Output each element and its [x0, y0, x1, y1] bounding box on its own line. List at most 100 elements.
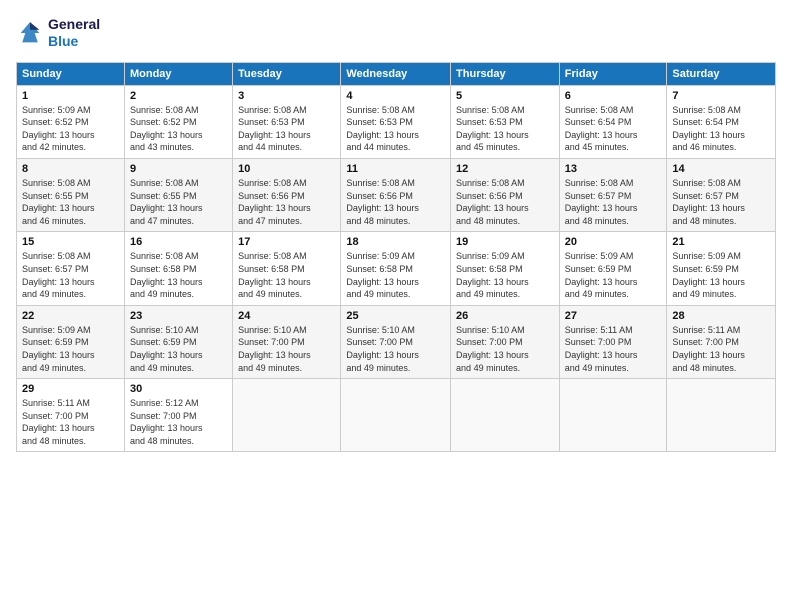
- sunrise-label: Sunrise: 5:08 AM: [22, 178, 91, 188]
- daylight-label: Daylight: 13 hours: [565, 277, 638, 287]
- week-row-5: 29 Sunrise: 5:11 AM Sunset: 7:00 PM Dayl…: [17, 379, 776, 452]
- daylight-value: and 45 minutes.: [456, 142, 520, 152]
- daylight-value: and 49 minutes.: [565, 363, 629, 373]
- day-cell-6: 6 Sunrise: 5:08 AM Sunset: 6:54 PM Dayli…: [559, 85, 667, 158]
- sunset-label: Sunset: 6:52 PM: [22, 117, 89, 127]
- daylight-label: Daylight: 13 hours: [672, 350, 745, 360]
- day-number: 6: [565, 90, 662, 102]
- day-info: Sunrise: 5:08 AM Sunset: 6:54 PM Dayligh…: [565, 104, 662, 154]
- daylight-value: and 49 minutes.: [130, 289, 194, 299]
- col-header-tuesday: Tuesday: [233, 62, 341, 85]
- header: General Blue: [16, 16, 776, 50]
- sunset-label: Sunset: 6:57 PM: [22, 264, 89, 274]
- daylight-value: and 42 minutes.: [22, 142, 86, 152]
- day-cell-29: 29 Sunrise: 5:11 AM Sunset: 7:00 PM Dayl…: [17, 379, 125, 452]
- sunrise-label: Sunrise: 5:08 AM: [238, 251, 307, 261]
- day-cell-8: 8 Sunrise: 5:08 AM Sunset: 6:55 PM Dayli…: [17, 158, 125, 231]
- daylight-value: and 49 minutes.: [22, 363, 86, 373]
- daylight-label: Daylight: 13 hours: [130, 130, 203, 140]
- sunrise-label: Sunrise: 5:08 AM: [565, 178, 634, 188]
- empty-cell: [233, 379, 341, 452]
- daylight-value: and 48 minutes.: [672, 216, 736, 226]
- daylight-value: and 46 minutes.: [22, 216, 86, 226]
- day-info: Sunrise: 5:11 AM Sunset: 7:00 PM Dayligh…: [565, 324, 662, 374]
- sunrise-label: Sunrise: 5:08 AM: [565, 105, 634, 115]
- daylight-label: Daylight: 13 hours: [565, 350, 638, 360]
- daylight-value: and 46 minutes.: [672, 142, 736, 152]
- day-number: 29: [22, 383, 119, 395]
- day-cell-12: 12 Sunrise: 5:08 AM Sunset: 6:56 PM Dayl…: [451, 158, 560, 231]
- day-number: 18: [346, 236, 445, 248]
- day-cell-20: 20 Sunrise: 5:09 AM Sunset: 6:59 PM Dayl…: [559, 232, 667, 305]
- sunrise-label: Sunrise: 5:08 AM: [22, 251, 91, 261]
- day-number: 28: [672, 310, 770, 322]
- daylight-value: and 45 minutes.: [565, 142, 629, 152]
- sunset-label: Sunset: 6:56 PM: [346, 191, 413, 201]
- sunrise-label: Sunrise: 5:08 AM: [238, 105, 307, 115]
- daylight-value: and 48 minutes.: [346, 216, 410, 226]
- empty-cell: [341, 379, 451, 452]
- daylight-label: Daylight: 13 hours: [456, 130, 529, 140]
- logo-icon: [16, 19, 44, 47]
- day-number: 1: [22, 90, 119, 102]
- daylight-value: and 44 minutes.: [238, 142, 302, 152]
- day-cell-9: 9 Sunrise: 5:08 AM Sunset: 6:55 PM Dayli…: [124, 158, 232, 231]
- daylight-label: Daylight: 13 hours: [456, 277, 529, 287]
- day-info: Sunrise: 5:08 AM Sunset: 6:53 PM Dayligh…: [456, 104, 554, 154]
- sunrise-label: Sunrise: 5:08 AM: [672, 105, 741, 115]
- day-cell-3: 3 Sunrise: 5:08 AM Sunset: 6:53 PM Dayli…: [233, 85, 341, 158]
- week-row-1: 1 Sunrise: 5:09 AM Sunset: 6:52 PM Dayli…: [17, 85, 776, 158]
- daylight-label: Daylight: 13 hours: [22, 350, 95, 360]
- daylight-label: Daylight: 13 hours: [346, 203, 419, 213]
- day-info: Sunrise: 5:08 AM Sunset: 6:53 PM Dayligh…: [346, 104, 445, 154]
- day-number: 22: [22, 310, 119, 322]
- sunrise-label: Sunrise: 5:11 AM: [565, 325, 633, 335]
- sunset-label: Sunset: 6:54 PM: [565, 117, 632, 127]
- day-info: Sunrise: 5:09 AM Sunset: 6:59 PM Dayligh…: [672, 250, 770, 300]
- sunrise-label: Sunrise: 5:08 AM: [130, 178, 199, 188]
- sunrise-label: Sunrise: 5:08 AM: [346, 178, 415, 188]
- day-info: Sunrise: 5:11 AM Sunset: 7:00 PM Dayligh…: [22, 397, 119, 447]
- sunset-label: Sunset: 6:59 PM: [672, 264, 739, 274]
- day-info: Sunrise: 5:10 AM Sunset: 7:00 PM Dayligh…: [346, 324, 445, 374]
- daylight-value: and 49 minutes.: [565, 289, 629, 299]
- day-number: 19: [456, 236, 554, 248]
- sunset-label: Sunset: 6:56 PM: [238, 191, 305, 201]
- sunrise-label: Sunrise: 5:08 AM: [456, 178, 525, 188]
- day-cell-5: 5 Sunrise: 5:08 AM Sunset: 6:53 PM Dayli…: [451, 85, 560, 158]
- sunrise-label: Sunrise: 5:09 AM: [22, 105, 91, 115]
- daylight-value: and 49 minutes.: [672, 289, 736, 299]
- day-number: 11: [346, 163, 445, 175]
- sunset-label: Sunset: 6:53 PM: [238, 117, 305, 127]
- day-info: Sunrise: 5:08 AM Sunset: 6:57 PM Dayligh…: [565, 177, 662, 227]
- daylight-label: Daylight: 13 hours: [238, 203, 311, 213]
- col-header-saturday: Saturday: [667, 62, 776, 85]
- day-info: Sunrise: 5:09 AM Sunset: 6:52 PM Dayligh…: [22, 104, 119, 154]
- sunset-label: Sunset: 7:00 PM: [22, 411, 89, 421]
- sunrise-label: Sunrise: 5:08 AM: [346, 105, 415, 115]
- daylight-label: Daylight: 13 hours: [672, 277, 745, 287]
- sunrise-label: Sunrise: 5:08 AM: [672, 178, 741, 188]
- day-info: Sunrise: 5:08 AM Sunset: 6:56 PM Dayligh…: [238, 177, 335, 227]
- daylight-label: Daylight: 13 hours: [22, 277, 95, 287]
- daylight-label: Daylight: 13 hours: [456, 350, 529, 360]
- daylight-value: and 44 minutes.: [346, 142, 410, 152]
- day-cell-16: 16 Sunrise: 5:08 AM Sunset: 6:58 PM Dayl…: [124, 232, 232, 305]
- day-number: 2: [130, 90, 227, 102]
- sunset-label: Sunset: 6:58 PM: [130, 264, 197, 274]
- day-cell-27: 27 Sunrise: 5:11 AM Sunset: 7:00 PM Dayl…: [559, 305, 667, 378]
- day-number: 7: [672, 90, 770, 102]
- sunset-label: Sunset: 6:56 PM: [456, 191, 523, 201]
- daylight-value: and 49 minutes.: [238, 289, 302, 299]
- day-cell-25: 25 Sunrise: 5:10 AM Sunset: 7:00 PM Dayl…: [341, 305, 451, 378]
- daylight-label: Daylight: 13 hours: [22, 203, 95, 213]
- col-header-sunday: Sunday: [17, 62, 125, 85]
- daylight-label: Daylight: 13 hours: [238, 350, 311, 360]
- sunset-label: Sunset: 6:58 PM: [456, 264, 523, 274]
- day-cell-4: 4 Sunrise: 5:08 AM Sunset: 6:53 PM Dayli…: [341, 85, 451, 158]
- sunset-label: Sunset: 6:52 PM: [130, 117, 197, 127]
- daylight-label: Daylight: 13 hours: [130, 277, 203, 287]
- daylight-label: Daylight: 13 hours: [130, 203, 203, 213]
- sunset-label: Sunset: 7:00 PM: [346, 337, 413, 347]
- day-info: Sunrise: 5:09 AM Sunset: 6:58 PM Dayligh…: [346, 250, 445, 300]
